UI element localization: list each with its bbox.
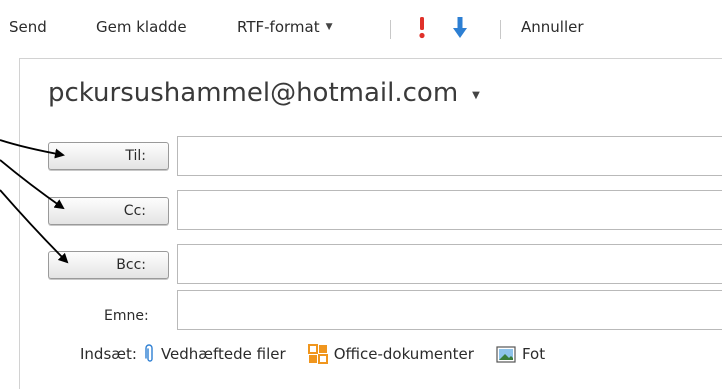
paperclip-icon bbox=[145, 344, 155, 364]
toolbar-divider bbox=[500, 20, 501, 39]
cc-button[interactable]: Cc: bbox=[48, 197, 169, 225]
photos-label: Fot bbox=[521, 345, 546, 363]
format-dropdown-label: RTF-format bbox=[237, 18, 320, 36]
chevron-down-icon: ▼ bbox=[472, 89, 480, 101]
to-field[interactable] bbox=[177, 136, 722, 176]
attach-files-button[interactable]: Vedhæftede filer bbox=[145, 344, 286, 364]
insert-toolbar: Indsæt: Vedhæftede filer Office-dokument… bbox=[80, 344, 545, 364]
chevron-down-icon: ▼ bbox=[325, 22, 333, 32]
office-documents-icon bbox=[307, 344, 328, 364]
format-dropdown[interactable]: RTF-format ▼ bbox=[237, 18, 333, 36]
toolbar-divider bbox=[390, 20, 391, 39]
high-priority-button[interactable] bbox=[417, 14, 427, 40]
cc-field[interactable] bbox=[177, 190, 722, 230]
toolbar: Send Gem kladde RTF-format ▼ Annuller bbox=[0, 0, 722, 58]
photo-icon bbox=[496, 345, 516, 363]
subject-field[interactable] bbox=[177, 290, 722, 330]
low-priority-button[interactable] bbox=[452, 16, 468, 40]
send-button[interactable]: Send bbox=[9, 18, 47, 36]
photos-button[interactable]: Fot bbox=[496, 345, 545, 363]
bcc-button[interactable]: Bcc: bbox=[48, 251, 169, 279]
bcc-field[interactable] bbox=[177, 244, 722, 284]
to-button[interactable]: Til: bbox=[48, 142, 169, 170]
down-arrow-icon bbox=[453, 17, 467, 38]
office-documents-button[interactable]: Office-dokumenter bbox=[307, 344, 474, 364]
save-draft-button[interactable]: Gem kladde bbox=[96, 18, 187, 36]
from-address: pckursushammel@hotmail.com bbox=[48, 78, 459, 108]
attach-files-label: Vedhæftede filer bbox=[160, 345, 286, 363]
office-documents-label: Office-dokumenter bbox=[333, 345, 474, 363]
from-account-selector[interactable]: pckursushammel@hotmail.com ▼ bbox=[48, 78, 480, 108]
subject-label: Emne: bbox=[104, 308, 149, 324]
insert-label: Indsæt: bbox=[80, 345, 137, 363]
exclamation-icon bbox=[419, 17, 425, 39]
cancel-button[interactable]: Annuller bbox=[521, 18, 584, 36]
